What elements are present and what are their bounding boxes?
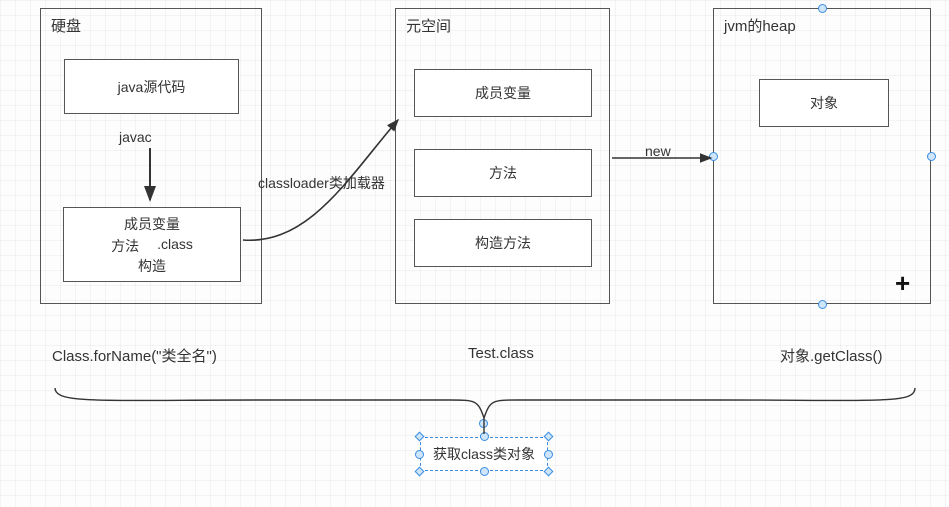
box-get-class-object[interactable]: 获取class类对象 [420, 437, 548, 471]
handle-s[interactable] [480, 467, 489, 476]
brace [55, 388, 915, 418]
box-get-class-object-label: 获取class类对象 [433, 444, 535, 464]
box-java-source: java源代码 [64, 59, 239, 114]
box-methods: 方法 [414, 149, 592, 197]
panel-heap[interactable]: jvm的heap 对象 [713, 8, 931, 304]
box-java-source-label: java源代码 [118, 77, 186, 97]
add-icon[interactable]: + [895, 270, 910, 296]
box-object: 对象 [759, 79, 889, 127]
handle-w[interactable] [415, 450, 424, 459]
label-javac: javac [119, 129, 152, 145]
handle-nw[interactable] [415, 432, 425, 442]
box-object-label: 对象 [810, 93, 838, 113]
handle-e[interactable] [544, 450, 553, 459]
label-classloader: classloader类加载器 [258, 173, 385, 193]
handle-se[interactable] [544, 467, 554, 477]
panel-disk-title: 硬盘 [51, 15, 81, 36]
selection-dot-left[interactable] [709, 152, 718, 161]
caption-getclass: 对象.getClass() [780, 345, 883, 366]
box-class-file-l3: 构造 [68, 256, 236, 276]
caption-forname: Class.forName("类全名") [52, 345, 217, 366]
selection-dot-right[interactable] [927, 152, 936, 161]
box-constructors-label: 构造方法 [475, 233, 531, 253]
handle-n[interactable] [480, 432, 489, 441]
box-fields-label: 成员变量 [475, 83, 531, 103]
label-new: new [645, 143, 671, 159]
panel-metaspace: 元空间 成员变量 方法 构造方法 [395, 8, 610, 304]
handle-sw[interactable] [415, 467, 425, 477]
panel-disk: 硬盘 java源代码 javac 成员变量 方法 .class 构造 [40, 8, 262, 304]
box-class-file-l1: 成员变量 [68, 214, 236, 234]
selection-dot-bottom[interactable] [818, 300, 827, 309]
panel-heap-title: jvm的heap [724, 15, 796, 36]
connector-dot[interactable] [479, 419, 488, 428]
box-methods-label: 方法 [489, 163, 517, 183]
box-class-file-l2b: .class [157, 236, 193, 256]
handle-ne[interactable] [544, 432, 554, 442]
panel-metaspace-title: 元空间 [406, 15, 451, 36]
box-fields: 成员变量 [414, 69, 592, 117]
box-class-file: 成员变量 方法 .class 构造 [63, 207, 241, 282]
box-constructors: 构造方法 [414, 219, 592, 267]
box-class-file-l2a: 方法 [111, 236, 139, 256]
selection-dot-top[interactable] [818, 4, 827, 13]
caption-testclass: Test.class [468, 345, 534, 362]
